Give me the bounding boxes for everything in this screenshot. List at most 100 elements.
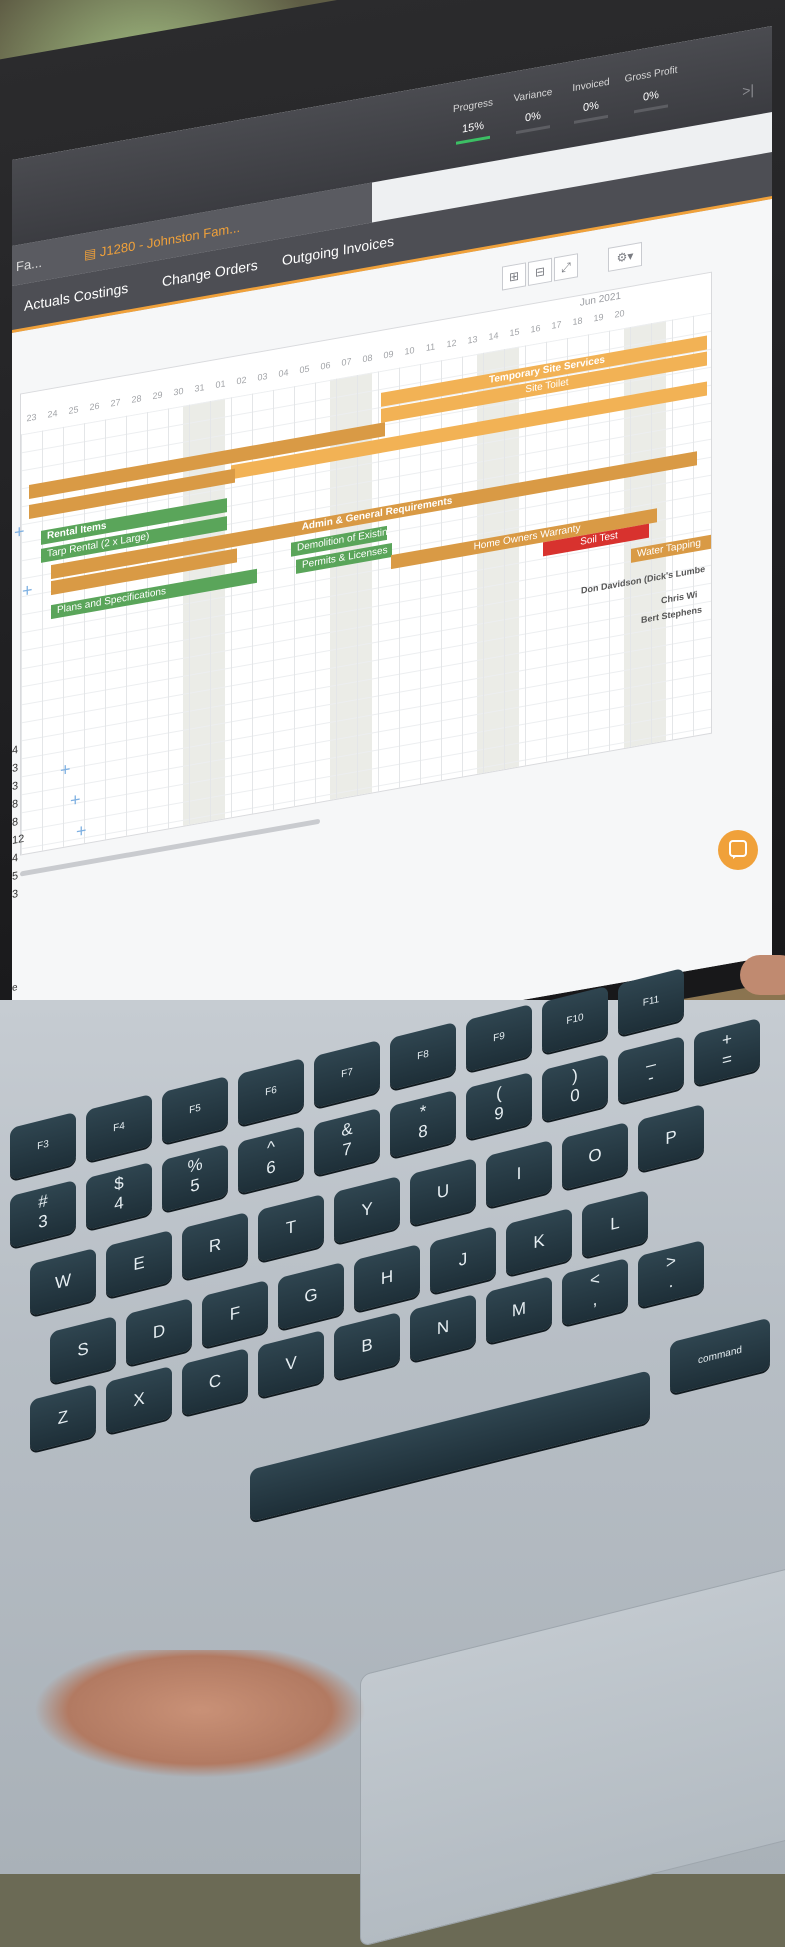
gantt-day-label: 17 bbox=[551, 319, 562, 331]
gross-profit-bar bbox=[634, 104, 668, 114]
progress-stat: Progress 15% bbox=[442, 95, 504, 147]
key-d[interactable]: D bbox=[126, 1297, 192, 1367]
key-r[interactable]: R bbox=[182, 1211, 248, 1281]
row-count: 4 bbox=[12, 743, 19, 757]
gantt-day-label: 01 bbox=[215, 378, 226, 391]
progress-label: Progress bbox=[452, 97, 493, 116]
key-i[interactable]: I bbox=[486, 1139, 552, 1209]
key-space[interactable] bbox=[250, 1370, 650, 1522]
collapse-panel-icon[interactable]: >| bbox=[742, 81, 754, 99]
row-count: 4 bbox=[12, 851, 19, 865]
key-comma[interactable]: < , bbox=[562, 1257, 628, 1327]
gear-icon[interactable]: ⚙▾ bbox=[608, 241, 642, 272]
key-9[interactable]: ( 9 bbox=[466, 1071, 532, 1141]
key-h[interactable]: H bbox=[354, 1243, 420, 1313]
hand bbox=[0, 1650, 420, 1890]
variance-value: 0% bbox=[525, 109, 541, 125]
footer-text: e bbox=[12, 982, 18, 994]
key-l[interactable]: L bbox=[582, 1189, 648, 1259]
key-5[interactable]: % 5 bbox=[162, 1143, 228, 1213]
key-y[interactable]: Y bbox=[334, 1175, 400, 1245]
key-4[interactable]: $ 4 bbox=[86, 1161, 152, 1231]
key-f3[interactable]: F3 bbox=[10, 1111, 76, 1181]
progress-bar bbox=[456, 135, 490, 145]
add-row-icon[interactable]: + bbox=[22, 579, 33, 602]
expand-icon[interactable]: ⤢ bbox=[554, 253, 578, 282]
tab-change-orders[interactable]: Change Orders bbox=[162, 257, 258, 290]
row-count: 5 bbox=[12, 869, 19, 883]
key-b[interactable]: B bbox=[334, 1311, 400, 1381]
key-g[interactable]: G bbox=[278, 1261, 344, 1331]
gantt-day-label: 10 bbox=[404, 345, 415, 357]
row-count: 12 bbox=[12, 832, 25, 847]
row-count: 3 bbox=[12, 779, 19, 793]
key-7[interactable]: & 7 bbox=[314, 1107, 380, 1177]
key-period[interactable]: > . bbox=[638, 1239, 704, 1309]
row-count: 8 bbox=[12, 797, 19, 811]
add-row-icon[interactable]: + bbox=[76, 820, 87, 843]
key-n[interactable]: N bbox=[410, 1293, 476, 1363]
gantt-day-label: 06 bbox=[320, 359, 331, 372]
row-count: 8 bbox=[12, 815, 19, 829]
gantt-day-label: 15 bbox=[509, 326, 520, 339]
key-f[interactable]: F bbox=[202, 1279, 268, 1349]
gantt-month-label: Jun 2021 bbox=[579, 290, 621, 309]
gantt-day-label: 12 bbox=[446, 337, 457, 350]
calendar-icon: ▤ bbox=[84, 244, 100, 263]
add-row-icon[interactable]: + bbox=[60, 759, 71, 782]
zoom-out-icon[interactable]: ⊟ bbox=[528, 257, 552, 287]
gross-profit-stat: Gross Profit 0% bbox=[620, 64, 682, 116]
gantt-day-label: 02 bbox=[236, 374, 247, 387]
add-row-icon[interactable]: + bbox=[14, 521, 25, 544]
key-u[interactable]: U bbox=[410, 1157, 476, 1227]
key-f5[interactable]: F5 bbox=[162, 1075, 228, 1145]
gantt-day-label: 09 bbox=[383, 348, 394, 361]
key-m[interactable]: M bbox=[486, 1275, 552, 1345]
zoom-in-icon[interactable]: ⊞ bbox=[502, 262, 526, 291]
variance-label: Variance bbox=[513, 86, 553, 105]
variance-bar bbox=[516, 125, 550, 135]
invoiced-bar bbox=[574, 114, 608, 124]
key-z[interactable]: Z bbox=[30, 1383, 96, 1453]
key-c[interactable]: C bbox=[182, 1347, 248, 1417]
gantt-day-label: 28 bbox=[131, 393, 142, 405]
key-t[interactable]: T bbox=[258, 1193, 324, 1263]
key-v[interactable]: V bbox=[258, 1329, 324, 1399]
gross-profit-label: Gross Profit bbox=[624, 64, 678, 85]
key-f6[interactable]: F6 bbox=[238, 1057, 304, 1127]
key-w[interactable]: W bbox=[30, 1247, 96, 1317]
chat-launcher-button[interactable] bbox=[718, 830, 758, 870]
gantt-day-label: 27 bbox=[110, 396, 121, 409]
key-s[interactable]: S bbox=[50, 1315, 116, 1385]
keyboard: F3 F4 F5 F6 F7 F8 F9 F10 F11 # 3 $ 4 % 5… bbox=[0, 967, 785, 1620]
key-command[interactable]: command bbox=[670, 1317, 770, 1395]
job-tab-previous[interactable]: Fa... bbox=[16, 255, 42, 275]
gross-profit-value: 0% bbox=[643, 88, 659, 104]
invoiced-label: Invoiced bbox=[572, 76, 610, 95]
progress-value: 15% bbox=[461, 119, 485, 136]
key-k[interactable]: K bbox=[506, 1207, 572, 1277]
add-row-icon[interactable]: + bbox=[70, 789, 81, 812]
key-8[interactable]: * 8 bbox=[390, 1089, 456, 1159]
key-f4[interactable]: F4 bbox=[86, 1093, 152, 1163]
gantt-day-label: 25 bbox=[68, 404, 79, 417]
key-0[interactable]: ) 0 bbox=[542, 1053, 608, 1123]
gantt-day-label: 31 bbox=[194, 382, 205, 394]
gantt-day-label: 05 bbox=[299, 363, 310, 376]
key-x[interactable]: X bbox=[106, 1365, 172, 1435]
key-e[interactable]: E bbox=[106, 1229, 172, 1299]
key-p[interactable]: P bbox=[638, 1103, 704, 1173]
key-j[interactable]: J bbox=[430, 1225, 496, 1295]
gantt-day-label: 04 bbox=[278, 367, 289, 380]
key-3[interactable]: # 3 bbox=[10, 1179, 76, 1249]
tab-actuals-costings[interactable]: Actuals Costings bbox=[24, 279, 128, 313]
gantt-day-label: 24 bbox=[47, 407, 58, 420]
key-o[interactable]: O bbox=[562, 1121, 628, 1191]
gantt-day-label: 26 bbox=[89, 400, 100, 413]
tab-outgoing-invoices[interactable]: Outgoing Invoices bbox=[282, 233, 394, 269]
gantt-day-label: 23 bbox=[26, 411, 37, 424]
gantt-day-label: 07 bbox=[341, 356, 352, 368]
row-count: 3 bbox=[12, 761, 19, 775]
key-6[interactable]: ^ 6 bbox=[238, 1125, 304, 1195]
gantt-day-label: 29 bbox=[152, 389, 163, 402]
